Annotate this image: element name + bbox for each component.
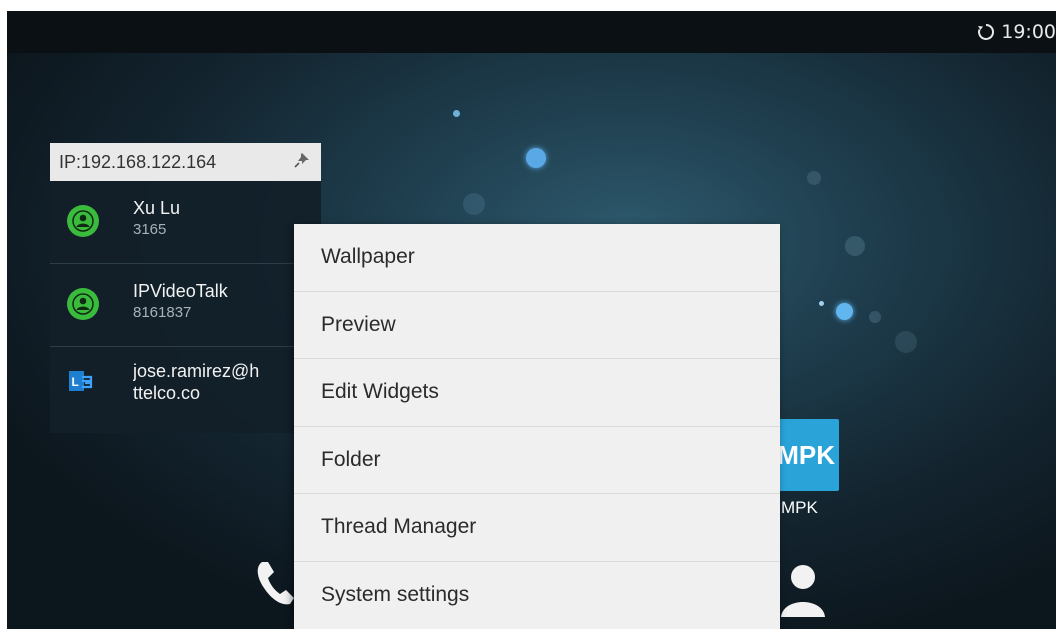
- contact-item[interactable]: IPVideoTalk 8161837: [50, 264, 321, 347]
- contact-number: 3165: [133, 221, 167, 238]
- wallpaper-bokeh: [845, 236, 865, 256]
- contacts-widget[interactable]: IP:192.168.122.164 Xu Lu 3165 IPVideoTal…: [50, 143, 321, 433]
- home-context-menu: Wallpaper Preview Edit Widgets Folder Th…: [294, 224, 780, 629]
- contact-number: 8161837: [133, 304, 192, 321]
- wallpaper-bokeh: [819, 301, 824, 306]
- phone-icon[interactable]: [252, 558, 300, 614]
- menu-item-edit-widgets[interactable]: Edit Widgets: [294, 359, 780, 427]
- mpk-app-label: MPK: [781, 498, 818, 517]
- status-time: 19:00: [1001, 21, 1056, 43]
- home-screen: 19:00 IP:192.168.122.164 Xu Lu 3165 IPVi…: [7, 11, 1056, 629]
- status-right: 19:00: [977, 11, 1056, 53]
- menu-item-preview[interactable]: Preview: [294, 292, 780, 359]
- contact-item[interactable]: Xu Lu 3165: [50, 181, 321, 264]
- wallpaper-bokeh: [836, 303, 853, 320]
- pin-icon[interactable]: [293, 151, 311, 173]
- menu-item-system-settings[interactable]: System settings: [294, 562, 780, 629]
- contact-email-line: jose.ramirez@h: [133, 361, 260, 381]
- wallpaper-bokeh: [869, 311, 881, 323]
- wallpaper-bokeh: [453, 110, 460, 117]
- wallpaper-bokeh: [526, 148, 546, 168]
- wallpaper-bokeh: [807, 171, 821, 185]
- menu-item-thread-manager[interactable]: Thread Manager: [294, 494, 780, 562]
- contact-avatar-icon: [67, 288, 99, 320]
- svg-text:L: L: [72, 375, 79, 389]
- contacts-icon[interactable]: [777, 561, 829, 623]
- widget-header: IP:192.168.122.164: [50, 143, 321, 181]
- menu-item-wallpaper[interactable]: Wallpaper: [294, 224, 780, 292]
- menu-item-folder[interactable]: Folder: [294, 427, 780, 494]
- contact-name: Xu Lu: [133, 198, 181, 218]
- contact-name: IPVideoTalk: [133, 281, 228, 301]
- contact-avatar-icon: [67, 205, 99, 237]
- status-bar: 19:00: [7, 11, 1056, 53]
- contact-item[interactable]: L jose.ramirez@h ttelco.co: [50, 347, 321, 429]
- lync-icon: L: [68, 369, 94, 395]
- wallpaper-bokeh: [463, 193, 485, 215]
- wallpaper-bokeh: [895, 331, 917, 353]
- contact-email-line: ttelco.co: [133, 383, 201, 403]
- ip-address-label: IP:192.168.122.164: [59, 151, 217, 172]
- contact-email: jose.ramirez@h ttelco.co: [133, 360, 303, 404]
- sync-icon: [977, 23, 995, 41]
